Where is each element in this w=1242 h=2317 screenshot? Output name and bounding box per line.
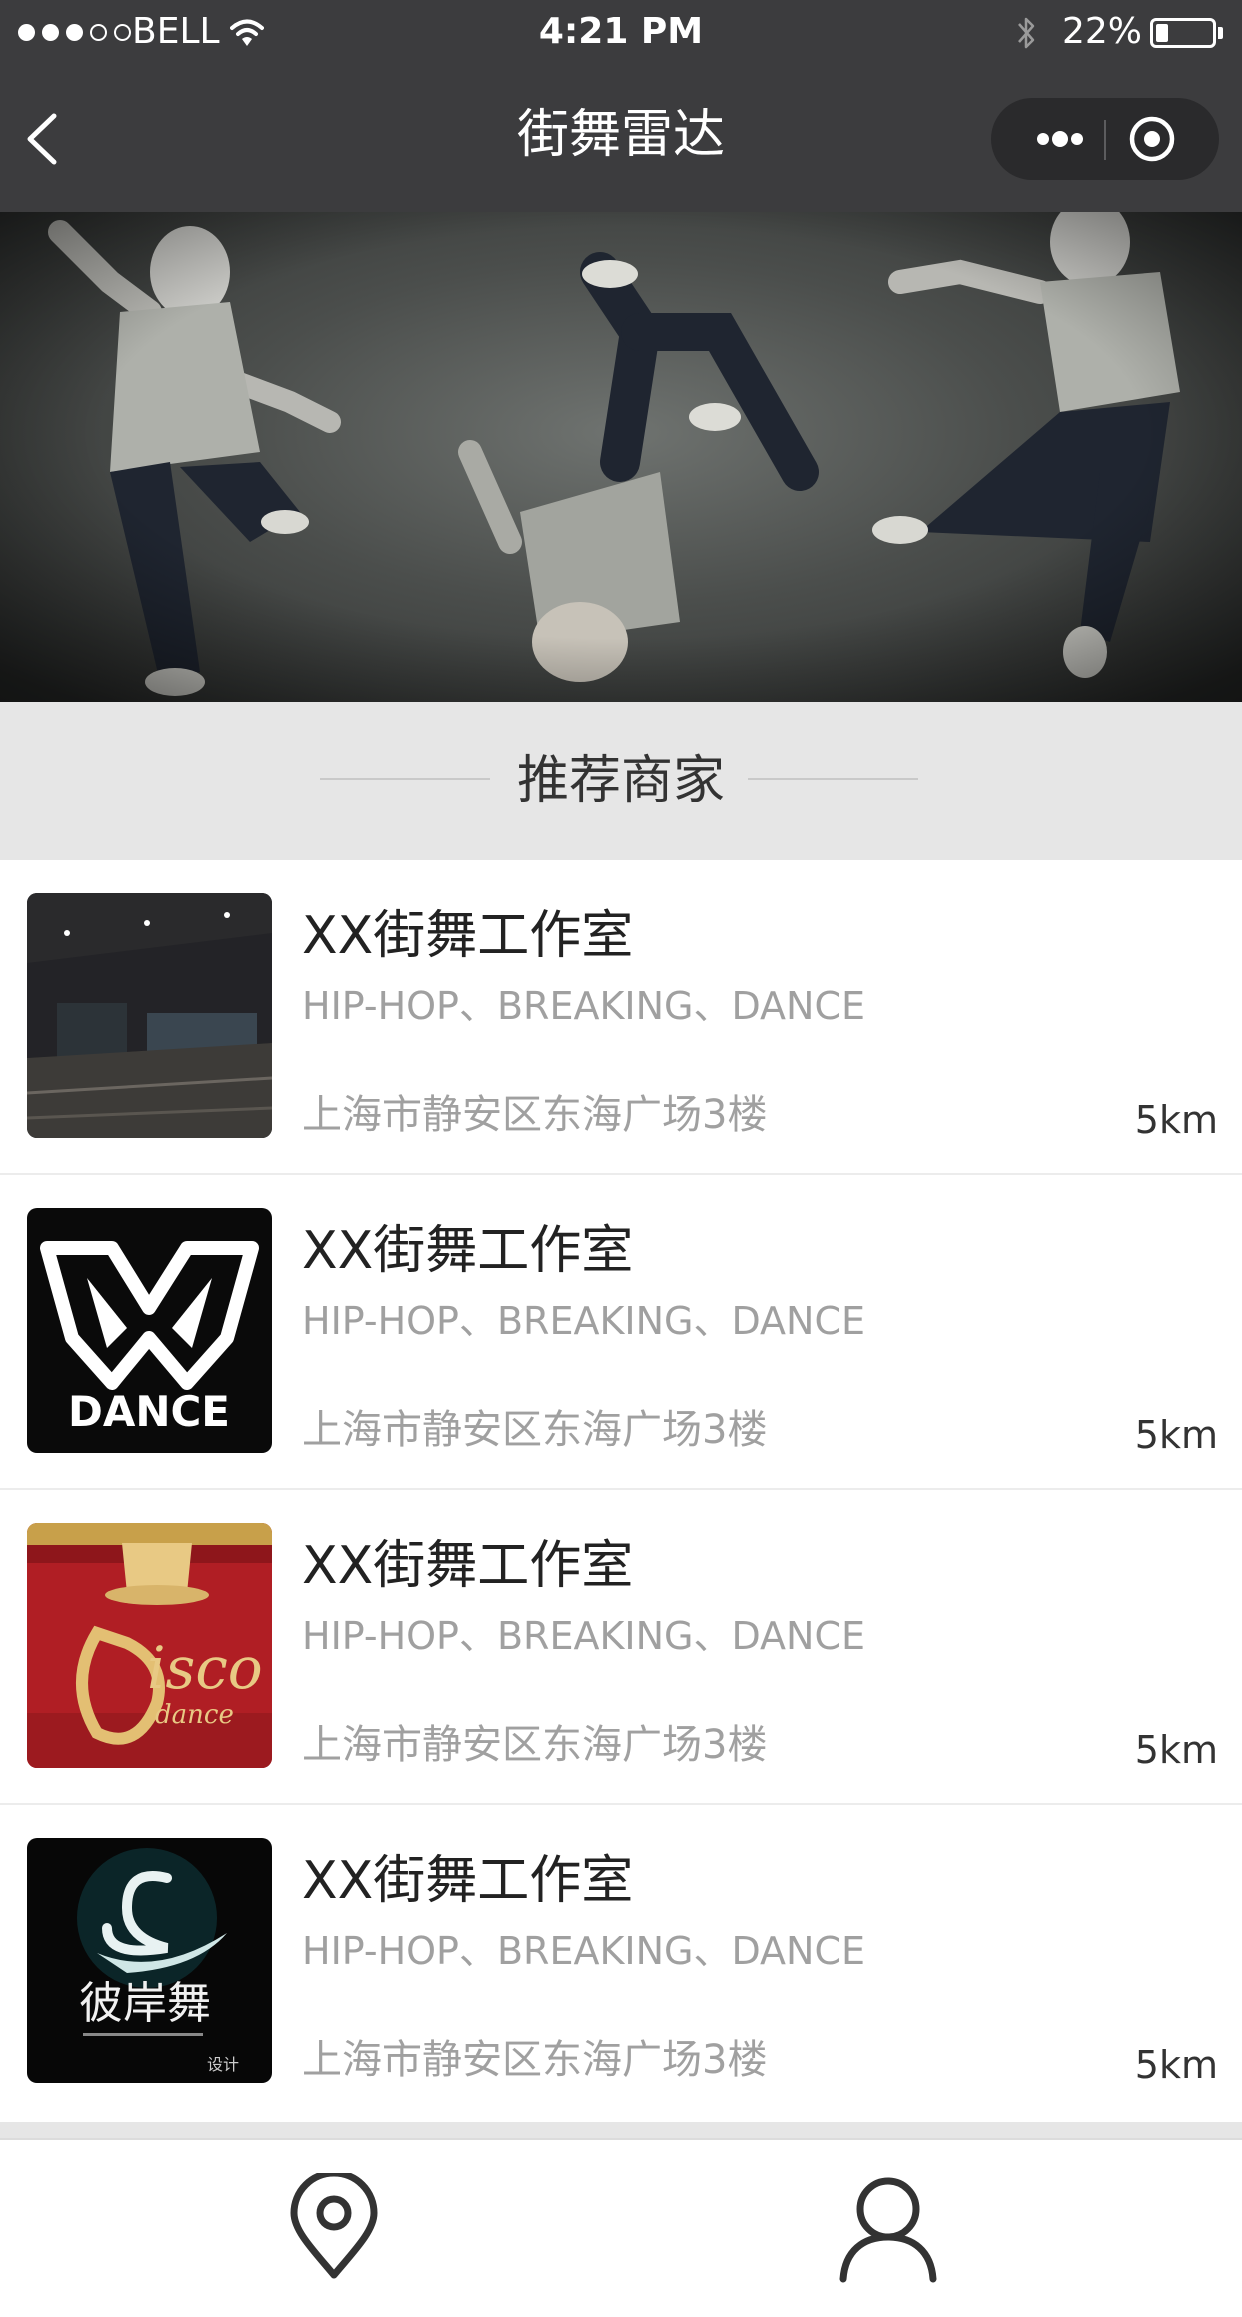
- battery-percentage: 22%: [1062, 11, 1143, 52]
- tab-profile[interactable]: [828, 2168, 948, 2288]
- svg-text:彼岸舞: 彼岸舞: [79, 1978, 211, 2029]
- svg-text:设计: 设计: [207, 2055, 239, 2074]
- merchant-name: XX街舞工作室: [302, 1221, 634, 1281]
- bluetooth-icon: [1014, 14, 1038, 61]
- merchant-address: 上海市静安区东海广场3楼: [302, 1407, 768, 1453]
- merchant-distance: 5km: [1134, 1413, 1218, 1457]
- dancers-illustration: [0, 212, 1242, 702]
- merchant-thumbnail: isco dance: [27, 1523, 272, 1768]
- merchant-card[interactable]: DANCE XX街舞工作室 HIP-HOP、BREAKING、DANCE 上海市…: [0, 1175, 1242, 1490]
- merchant-tags: HIP-HOP、BREAKING、DANCE: [302, 1299, 866, 1343]
- banner-image[interactable]: [0, 212, 1242, 702]
- merchant-card[interactable]: XX街舞工作室 HIP-HOP、BREAKING、DANCE 上海市静安区东海广…: [0, 860, 1242, 1175]
- target-circle-icon[interactable]: [1124, 98, 1204, 180]
- capsule-divider: [1104, 120, 1106, 160]
- merchant-name: XX街舞工作室: [302, 1536, 634, 1596]
- tab-bar: [0, 2138, 1242, 2317]
- section-divider-right: [748, 778, 918, 780]
- merchant-address: 上海市静安区东海广场3楼: [302, 1092, 768, 1138]
- merchant-tags: HIP-HOP、BREAKING、DANCE: [302, 1929, 866, 1973]
- nav-bar: 街舞雷达: [0, 66, 1242, 212]
- merchant-address: 上海市静安区东海广场3楼: [302, 1722, 768, 1768]
- svg-text:DANCE: DANCE: [68, 1387, 230, 1436]
- merchant-card[interactable]: 彼岸舞 设计 XX街舞工作室 HIP-HOP、BREAKING、DANCE 上海…: [0, 1805, 1242, 2120]
- merchant-distance: 5km: [1134, 1098, 1218, 1142]
- merchant-thumbnail: DANCE: [27, 1208, 272, 1453]
- more-dots-icon[interactable]: [1019, 98, 1103, 180]
- svg-text:isco: isco: [147, 1634, 263, 1702]
- mini-program-capsule: [991, 98, 1219, 180]
- location-pin-icon: [290, 2173, 378, 2279]
- merchant-address: 上海市静安区东海广场3楼: [302, 2037, 768, 2083]
- merchant-card[interactable]: isco dance XX街舞工作室 HIP-HOP、BREAKING、DANC…: [0, 1490, 1242, 1805]
- person-icon: [839, 2177, 937, 2283]
- status-bar: BELL 4:21 PM 22%: [0, 0, 1242, 66]
- tab-location[interactable]: [274, 2168, 394, 2288]
- merchant-thumbnail: [27, 893, 272, 1138]
- battery-icon: [1150, 18, 1216, 48]
- merchant-name: XX街舞工作室: [302, 1851, 634, 1911]
- svg-text:dance: dance: [155, 1700, 234, 1730]
- clock: 4:21 PM: [538, 11, 704, 52]
- merchant-distance: 5km: [1134, 1728, 1218, 1772]
- merchant-tags: HIP-HOP、BREAKING、DANCE: [302, 984, 866, 1028]
- merchant-thumbnail: 彼岸舞 设计: [27, 1838, 272, 2083]
- section-header: 推荐商家: [0, 704, 1242, 860]
- section-title: 推荐商家: [516, 751, 725, 811]
- merchant-list: XX街舞工作室 HIP-HOP、BREAKING、DANCE 上海市静安区东海广…: [0, 860, 1242, 2122]
- merchant-distance: 5km: [1134, 2043, 1218, 2087]
- merchant-tags: HIP-HOP、BREAKING、DANCE: [302, 1614, 866, 1658]
- top-bar: BELL 4:21 PM 22% 街舞雷达: [0, 0, 1242, 212]
- merchant-name: XX街舞工作室: [302, 906, 634, 966]
